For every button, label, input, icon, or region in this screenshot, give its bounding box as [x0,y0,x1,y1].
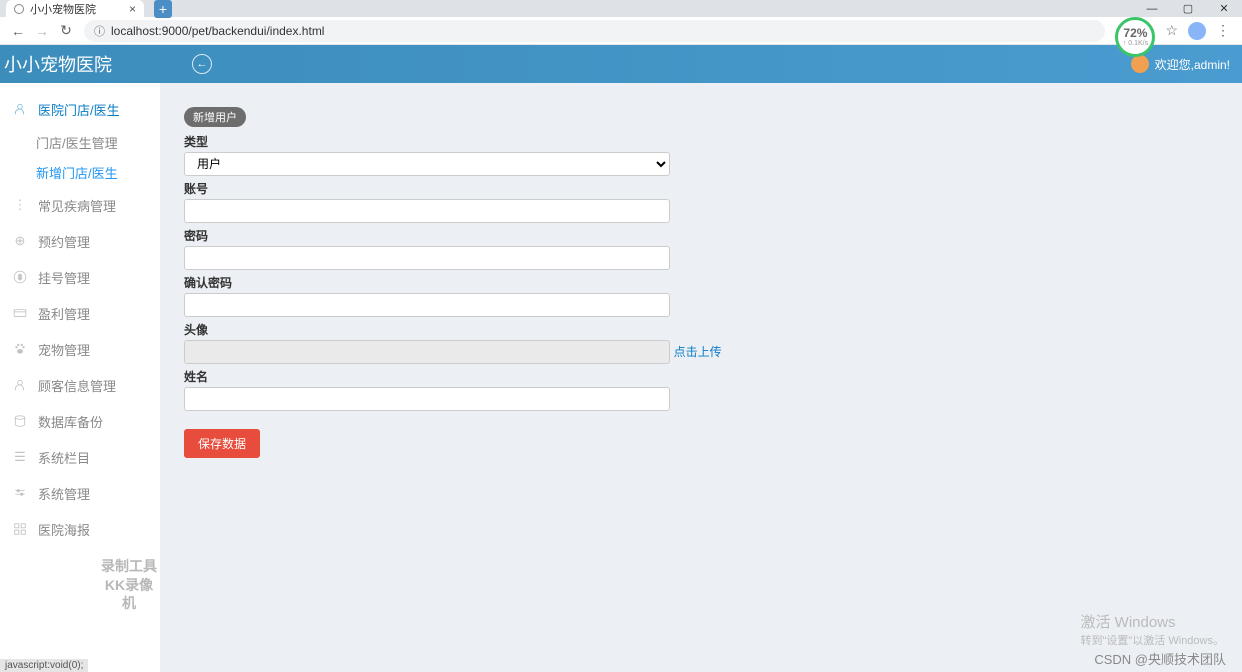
url-bar[interactable]: ⓘ localhost:9000/pet/backendui/index.htm… [84,20,1105,42]
plus-circle-icon: ⊕ [12,233,28,249]
close-icon[interactable]: × [129,2,136,16]
field-confirm: 确认密码 [184,274,1218,317]
avatar-label: 头像 [184,321,1218,338]
bookmark-icon[interactable]: ☆ [1165,22,1178,39]
app-body: 医院门店/医生 门店/医生管理 新增门店/医生 ⋮ 常见疾病管理 ⊕ 预约管理 … [0,83,1242,672]
sidebar-item-disease[interactable]: ⋮ 常见疾病管理 [0,187,160,223]
upload-link[interactable]: 点击上传 [674,345,722,359]
name-input[interactable] [184,387,670,411]
sidebar-subitem-add[interactable]: 新增门店/医生 [0,157,160,187]
sidebar-item-customer[interactable]: 顾客信息管理 [0,367,160,403]
window-controls: — ▢ ✕ [1134,0,1242,17]
card-icon [12,305,28,321]
sidebar-item-hospital[interactable]: 医院门店/医生 [0,91,160,127]
paw-icon [12,341,28,357]
sidebar-item-label: 系统管理 [38,484,90,503]
field-type: 类型 用户 [184,133,1218,176]
browser-status-bar: javascript:void(0); [0,659,88,672]
form-badge: 新增用户 [184,107,246,127]
back-button[interactable]: ← [6,19,30,43]
collapse-sidebar-button[interactable]: ← [192,54,212,74]
sidebar-item-label: 系统栏目 [38,448,90,467]
sidebar-item-label: 医院海报 [38,520,90,539]
globe-icon [14,4,24,14]
forward-button[interactable]: → [30,19,54,43]
account-input[interactable] [184,199,670,223]
user-area[interactable]: 欢迎您,admin! [1131,55,1230,73]
type-label: 类型 [184,133,1218,150]
settings-icon [12,485,28,501]
type-select[interactable]: 用户 [184,152,670,176]
tab-strip: 小小宠物医院 × + — ▢ ✕ [0,0,1242,17]
sidebar-item-label: 预约管理 [38,232,90,251]
confirm-input[interactable] [184,293,670,317]
csdn-watermark: CSDN @央顺技术团队 [1094,649,1226,668]
confirm-label: 确认密码 [184,274,1218,291]
sidebar-item-profit[interactable]: 盈利管理 [0,295,160,331]
svg-text:$: $ [18,274,22,281]
field-name: 姓名 [184,368,1218,411]
grid-icon [12,521,28,537]
field-account: 账号 [184,180,1218,223]
speed-rate: ↑ 0.1K/s [1123,40,1148,47]
content-area: 新增用户 类型 用户 账号 密码 确认密码 头像 点击上传 姓名 [160,83,1242,672]
money-icon: $ [12,269,28,285]
account-label: 账号 [184,180,1218,197]
url-text: localhost:9000/pet/backendui/index.html [111,24,324,38]
sidebar-item-label: 数据库备份 [38,412,103,431]
user-icon [12,377,28,393]
sidebar-item-label: 盈利管理 [38,304,90,323]
sidebar-item-label: 宠物管理 [38,340,90,359]
sidebar-item-label: 常见疾病管理 [38,196,116,215]
profile-avatar[interactable] [1188,22,1206,40]
recorder-watermark: 录制工具 KK录像机 [98,557,160,612]
password-input[interactable] [184,246,670,270]
close-window-button[interactable]: ✕ [1206,0,1242,17]
browser-chrome: 小小宠物医院 × + — ▢ ✕ ← → ↻ ⓘ localhost:9000/… [0,0,1242,45]
tab-title: 小小宠物医院 [30,1,96,17]
speed-percent: 72% [1123,26,1147,40]
field-avatar: 头像 点击上传 [184,321,1218,364]
field-password: 密码 [184,227,1218,270]
nav-bar: ← → ↻ ⓘ localhost:9000/pet/backendui/ind… [0,17,1242,45]
maximize-button[interactable]: ▢ [1170,0,1206,17]
sidebar-item-register[interactable]: $ 挂号管理 [0,259,160,295]
avatar-input [184,340,670,364]
info-icon: ⓘ [94,23,105,39]
app-title: 小小宠物医院 [4,51,112,77]
db-icon [12,413,28,429]
dots-icon: ⋮ [12,197,28,213]
sidebar-item-pet[interactable]: 宠物管理 [0,331,160,367]
browser-tab[interactable]: 小小宠物医院 × [6,0,144,17]
sidebar-item-label: 挂号管理 [38,268,90,287]
sidebar: 医院门店/医生 门店/医生管理 新增门店/医生 ⋮ 常见疾病管理 ⊕ 预约管理 … [0,83,160,672]
reload-button[interactable]: ↻ [54,19,78,43]
user-icon [12,101,28,117]
activate-windows-watermark: 激活 Windows 转到"设置"以激活 Windows。 [1081,611,1225,648]
sidebar-subitem-manage[interactable]: 门店/医生管理 [0,127,160,157]
speed-badge[interactable]: 72% ↑ 0.1K/s [1115,17,1155,57]
new-tab-button[interactable]: + [154,0,172,18]
sidebar-item-appointment[interactable]: ⊕ 预约管理 [0,223,160,259]
sidebar-item-label: 顾客信息管理 [38,376,116,395]
sidebar-item-backup[interactable]: 数据库备份 [0,403,160,439]
welcome-text: 欢迎您,admin! [1155,56,1230,73]
user-avatar-icon [1131,55,1149,73]
app-header: 小小宠物医院 ← 欢迎您,admin! [0,45,1242,83]
password-label: 密码 [184,227,1218,244]
save-button[interactable]: 保存数据 [184,429,260,458]
list-icon: ☰ [12,449,28,465]
sidebar-item-label: 医院门店/医生 [38,100,120,119]
sidebar-sub-label: 门店/医生管理 [36,133,118,152]
sidebar-item-system[interactable]: 系统管理 [0,475,160,511]
name-label: 姓名 [184,368,1218,385]
sidebar-sub-label: 新增门店/医生 [36,163,118,182]
sidebar-item-column[interactable]: ☰ 系统栏目 [0,439,160,475]
minimize-button[interactable]: — [1134,0,1170,17]
menu-icon[interactable]: ⋮ [1216,22,1230,39]
sidebar-item-poster[interactable]: 医院海报 [0,511,160,547]
